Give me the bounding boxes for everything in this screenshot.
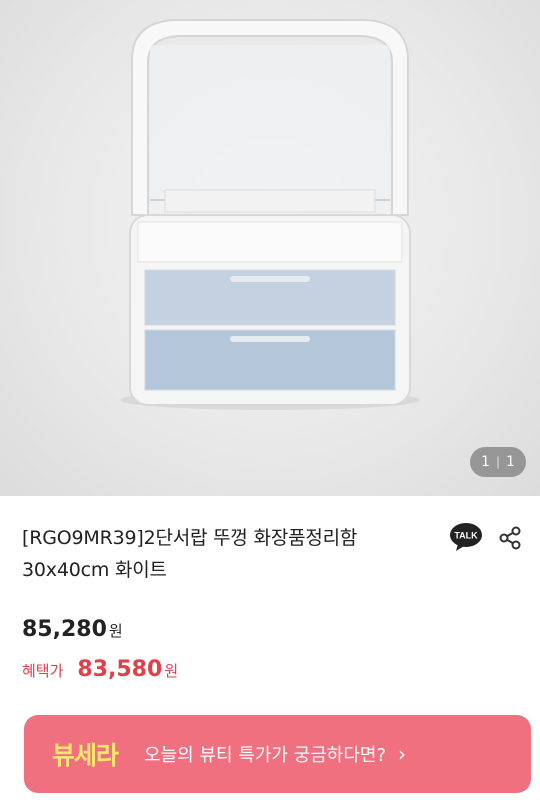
product-image[interactable]: 1 | 1 xyxy=(0,0,540,496)
banner-logo: 뷰세라 xyxy=(52,741,119,770)
chevron-right-icon: › xyxy=(398,742,407,766)
counter-separator: | xyxy=(495,455,501,469)
organizer-illustration xyxy=(120,19,420,410)
product-title: [RGO9MR39]2단서랍 뚜껑 화장품정리함 30x40cm 화이트 xyxy=(22,522,422,586)
product-title-line2: 30x40cm 화이트 xyxy=(22,559,167,581)
benefit-currency: 원 xyxy=(164,662,179,680)
talk-label: TALK xyxy=(454,531,478,541)
kakao-talk-button[interactable]: TALK xyxy=(449,522,483,552)
share-button[interactable] xyxy=(497,525,523,551)
original-price: 85,280 원 xyxy=(22,617,123,642)
share-icon xyxy=(499,526,521,550)
image-counter: 1 | 1 xyxy=(470,447,526,477)
talk-bubble-icon: TALK xyxy=(450,523,482,551)
banner-text: 오늘의 뷰티 특가가 궁금하다면? xyxy=(144,745,387,766)
benefit-price: 혜택가 83,580 원 xyxy=(22,657,178,682)
counter-current: 1 xyxy=(481,454,490,470)
benefit-label: 혜택가 xyxy=(22,662,64,680)
beauty-promo-banner[interactable]: 뷰세라 오늘의 뷰티 특가가 궁금하다면? › xyxy=(24,715,531,793)
price-currency: 원 xyxy=(108,622,123,640)
price-value: 85,280 xyxy=(22,617,107,642)
counter-total: 1 xyxy=(506,454,515,470)
benefit-price-value: 83,580 xyxy=(77,657,163,682)
product-title-line1: [RGO9MR39]2단서랍 뚜껑 화장품정리함 xyxy=(22,527,358,549)
